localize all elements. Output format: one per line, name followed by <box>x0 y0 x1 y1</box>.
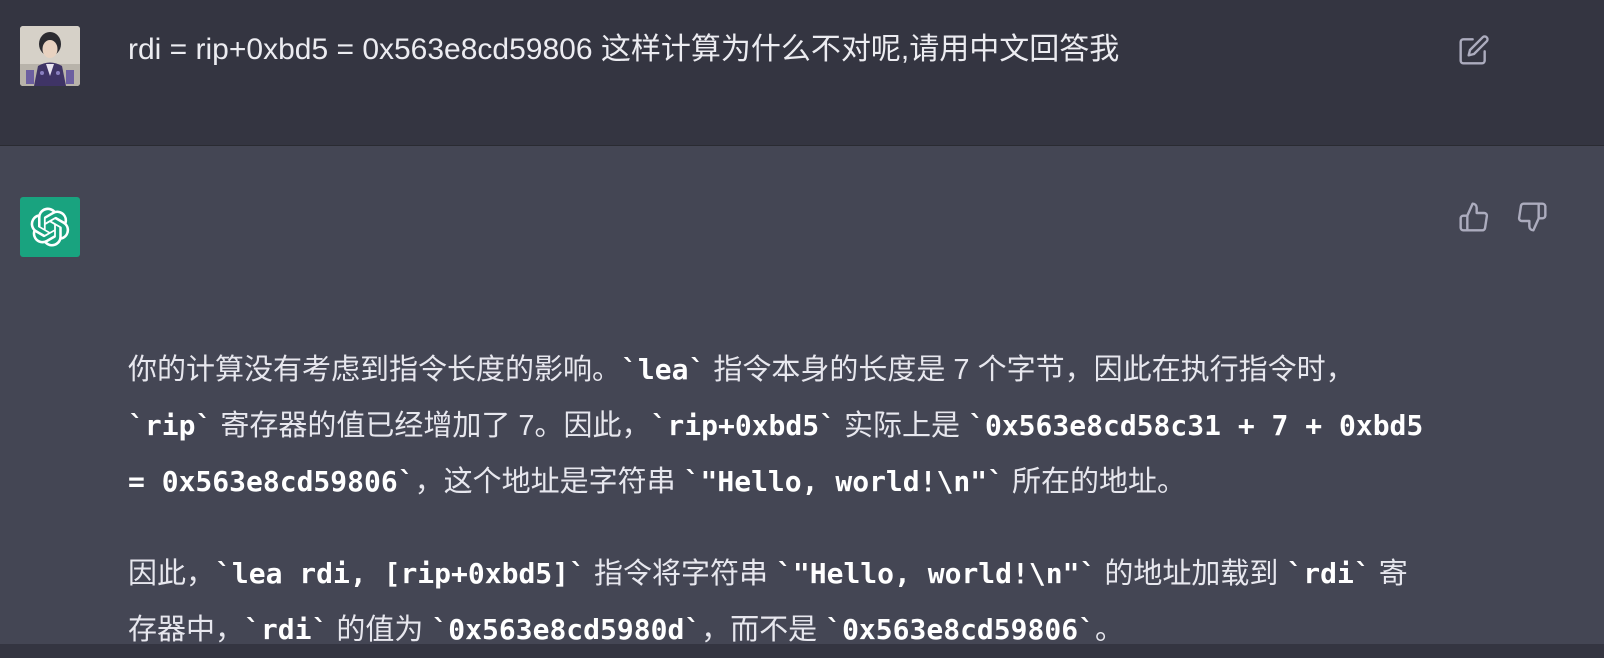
answer-text: 的值为 <box>328 614 432 646</box>
user-avatar-image <box>20 26 80 86</box>
inline-code: `lea` <box>621 353 706 386</box>
assistant-message-row: 你的计算没有考虑到指令长度的影响。`lea` 指令本身的长度是 7 个字节，因此… <box>0 146 1604 646</box>
inline-code: `0x563e8cd5980d` <box>431 613 702 646</box>
user-message-text: rdi = rip+0xbd5 = 0x563e8cd59806 这样计算为什么… <box>128 33 1120 66</box>
inline-code: `rdi` <box>1286 557 1371 590</box>
answer-text: 指令将字符串 <box>585 558 777 590</box>
answer-text: 你的计算没有考虑到指令长度的影响。 <box>128 354 622 386</box>
inline-code: `"Hello, world!\n"` <box>776 557 1097 590</box>
answer-text: 实际上是 <box>835 410 969 442</box>
inline-code: `rdi` <box>244 613 329 646</box>
answer-text: ，而不是 <box>701 614 826 646</box>
edit-icon[interactable] <box>1458 34 1490 66</box>
thumbs-down-icon[interactable] <box>1516 201 1548 233</box>
inline-code: `"Hello, world!\n"` <box>683 465 1004 498</box>
answer-text: 寄存器的值已经增加了 7。因此， <box>212 410 651 442</box>
answer-text: ，这个地址是字符串 <box>414 466 684 498</box>
inline-code: `0x563e8cd59806` <box>825 613 1095 646</box>
thumbs-up-icon[interactable] <box>1458 201 1490 233</box>
answer-text: 所在的地址。 <box>1003 466 1186 498</box>
answer-text: 的地址加载到 <box>1096 558 1287 590</box>
user-message-row: rdi = rip+0xbd5 = 0x563e8cd59806 这样计算为什么… <box>0 0 1604 146</box>
bottom-divider <box>0 644 1604 658</box>
inline-code: `rip+0xbd5` <box>650 409 836 442</box>
answer-paragraph-2: 因此，`lea rdi, [rip+0xbd5]` 指令将字符串 `"Hello… <box>128 546 1428 658</box>
answer-text: 指令本身的长度是 7 个字节，因此在执行指令时， <box>705 354 1355 386</box>
answer-text: 。 <box>1094 614 1124 646</box>
openai-logo-icon <box>20 197 80 257</box>
answer-text: 因此， <box>128 558 216 590</box>
inline-code: `rip` <box>128 409 213 442</box>
assistant-answer: 你的计算没有考虑到指令长度的影响。`lea` 指令本身的长度是 7 个字节，因此… <box>128 342 1428 658</box>
user-avatar <box>20 26 80 86</box>
answer-paragraph-1: 你的计算没有考虑到指令长度的影响。`lea` 指令本身的长度是 7 个字节，因此… <box>128 342 1428 510</box>
inline-code: `lea rdi, [rip+0xbd5]` <box>215 557 586 590</box>
